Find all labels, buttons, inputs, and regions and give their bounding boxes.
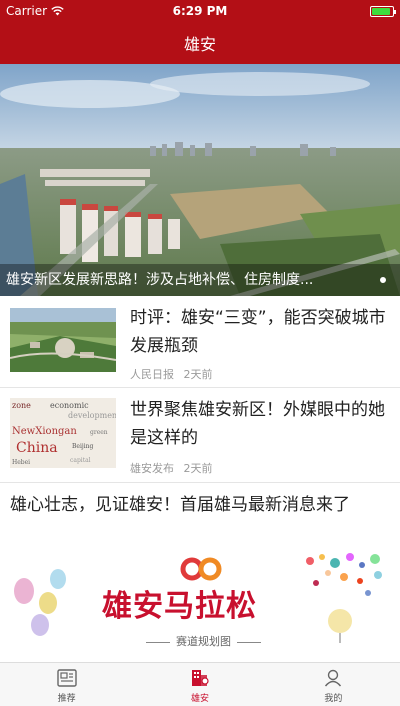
hero-image xyxy=(0,64,400,296)
svg-text:economic: economic xyxy=(50,401,89,410)
news-meta: 雄安发布 2天前 xyxy=(130,460,213,476)
news-time: 2天前 xyxy=(183,462,213,475)
news-time: 2天前 xyxy=(183,368,213,381)
status-bar: Carrier 6:29 PM xyxy=(0,0,400,22)
tab-xiongan[interactable]: 雄安 xyxy=(133,663,266,706)
tab-bar: 推荐 雄安 我的 xyxy=(0,662,400,706)
svg-text:green: green xyxy=(90,429,108,436)
nav-bar: 雄安 xyxy=(0,22,400,64)
user-icon xyxy=(325,669,342,687)
news-title[interactable]: 世界聚焦雄安新区！外媒眼中的她是这样的 xyxy=(130,396,390,452)
tab-mine[interactable]: 我的 xyxy=(267,663,400,706)
tab-label: 推荐 xyxy=(57,694,76,704)
marathon-banner[interactable]: 雄安马拉松 赛道规划图 xyxy=(10,551,390,663)
page-title: 雄安 xyxy=(183,35,216,54)
hero-caption[interactable]: 雄安新区发展新思路！涉及占地补偿、住房制度... xyxy=(0,264,400,296)
svg-text:China: China xyxy=(16,440,58,456)
header: Carrier 6:29 PM 雄安 xyxy=(0,0,400,64)
svg-text:development: development xyxy=(68,411,116,420)
tab-label: 雄安 xyxy=(190,694,209,704)
svg-text:NewXiongan: NewXiongan xyxy=(12,426,77,437)
tab-recommend[interactable]: 推荐 xyxy=(0,663,133,706)
battery-icon xyxy=(370,5,396,17)
feature-title[interactable]: 雄心壮志，见证雄安！首届雄马最新消息来了 xyxy=(10,491,390,519)
svg-text:capital: capital xyxy=(70,457,91,464)
feature-news-item[interactable]: 雄心壮志，见证雄安！首届雄马最新消息来了 雄安马拉松 赛道规划图 xyxy=(0,483,400,663)
svg-text:Beijing: Beijing xyxy=(72,443,94,450)
news-item[interactable]: zone economic development NewXiongan gre… xyxy=(0,388,400,483)
news-item[interactable]: 时评：雄安“三变”，能否突破城市发展瓶颈 人民日报 2天前 xyxy=(0,296,400,388)
news-source: 雄安发布 xyxy=(130,462,174,475)
wifi-icon xyxy=(51,6,64,16)
carrier-label: Carrier xyxy=(6,4,48,18)
banner-subtitle: 赛道规划图 xyxy=(140,633,267,649)
svg-text:zone: zone xyxy=(12,401,31,410)
news-thumbnail: zone economic development NewXiongan gre… xyxy=(10,398,116,468)
news-title[interactable]: 时评：雄安“三变”，能否突破城市发展瓶颈 xyxy=(130,304,390,360)
news-source: 人民日报 xyxy=(130,368,174,381)
tab-label: 我的 xyxy=(324,694,343,704)
carousel-dot xyxy=(380,277,386,283)
banner-title: 雄安马拉松 xyxy=(102,589,257,624)
hero-banner[interactable]: 雄安新区发展新思路！涉及占地补偿、住房制度... xyxy=(0,64,400,296)
news-thumbnail xyxy=(10,308,116,372)
svg-text:Hebei: Hebei xyxy=(12,459,30,466)
status-time: 6:29 PM xyxy=(172,4,228,18)
newspaper-icon xyxy=(56,669,77,687)
building-location-icon xyxy=(191,670,209,686)
news-meta: 人民日报 2天前 xyxy=(130,366,213,382)
